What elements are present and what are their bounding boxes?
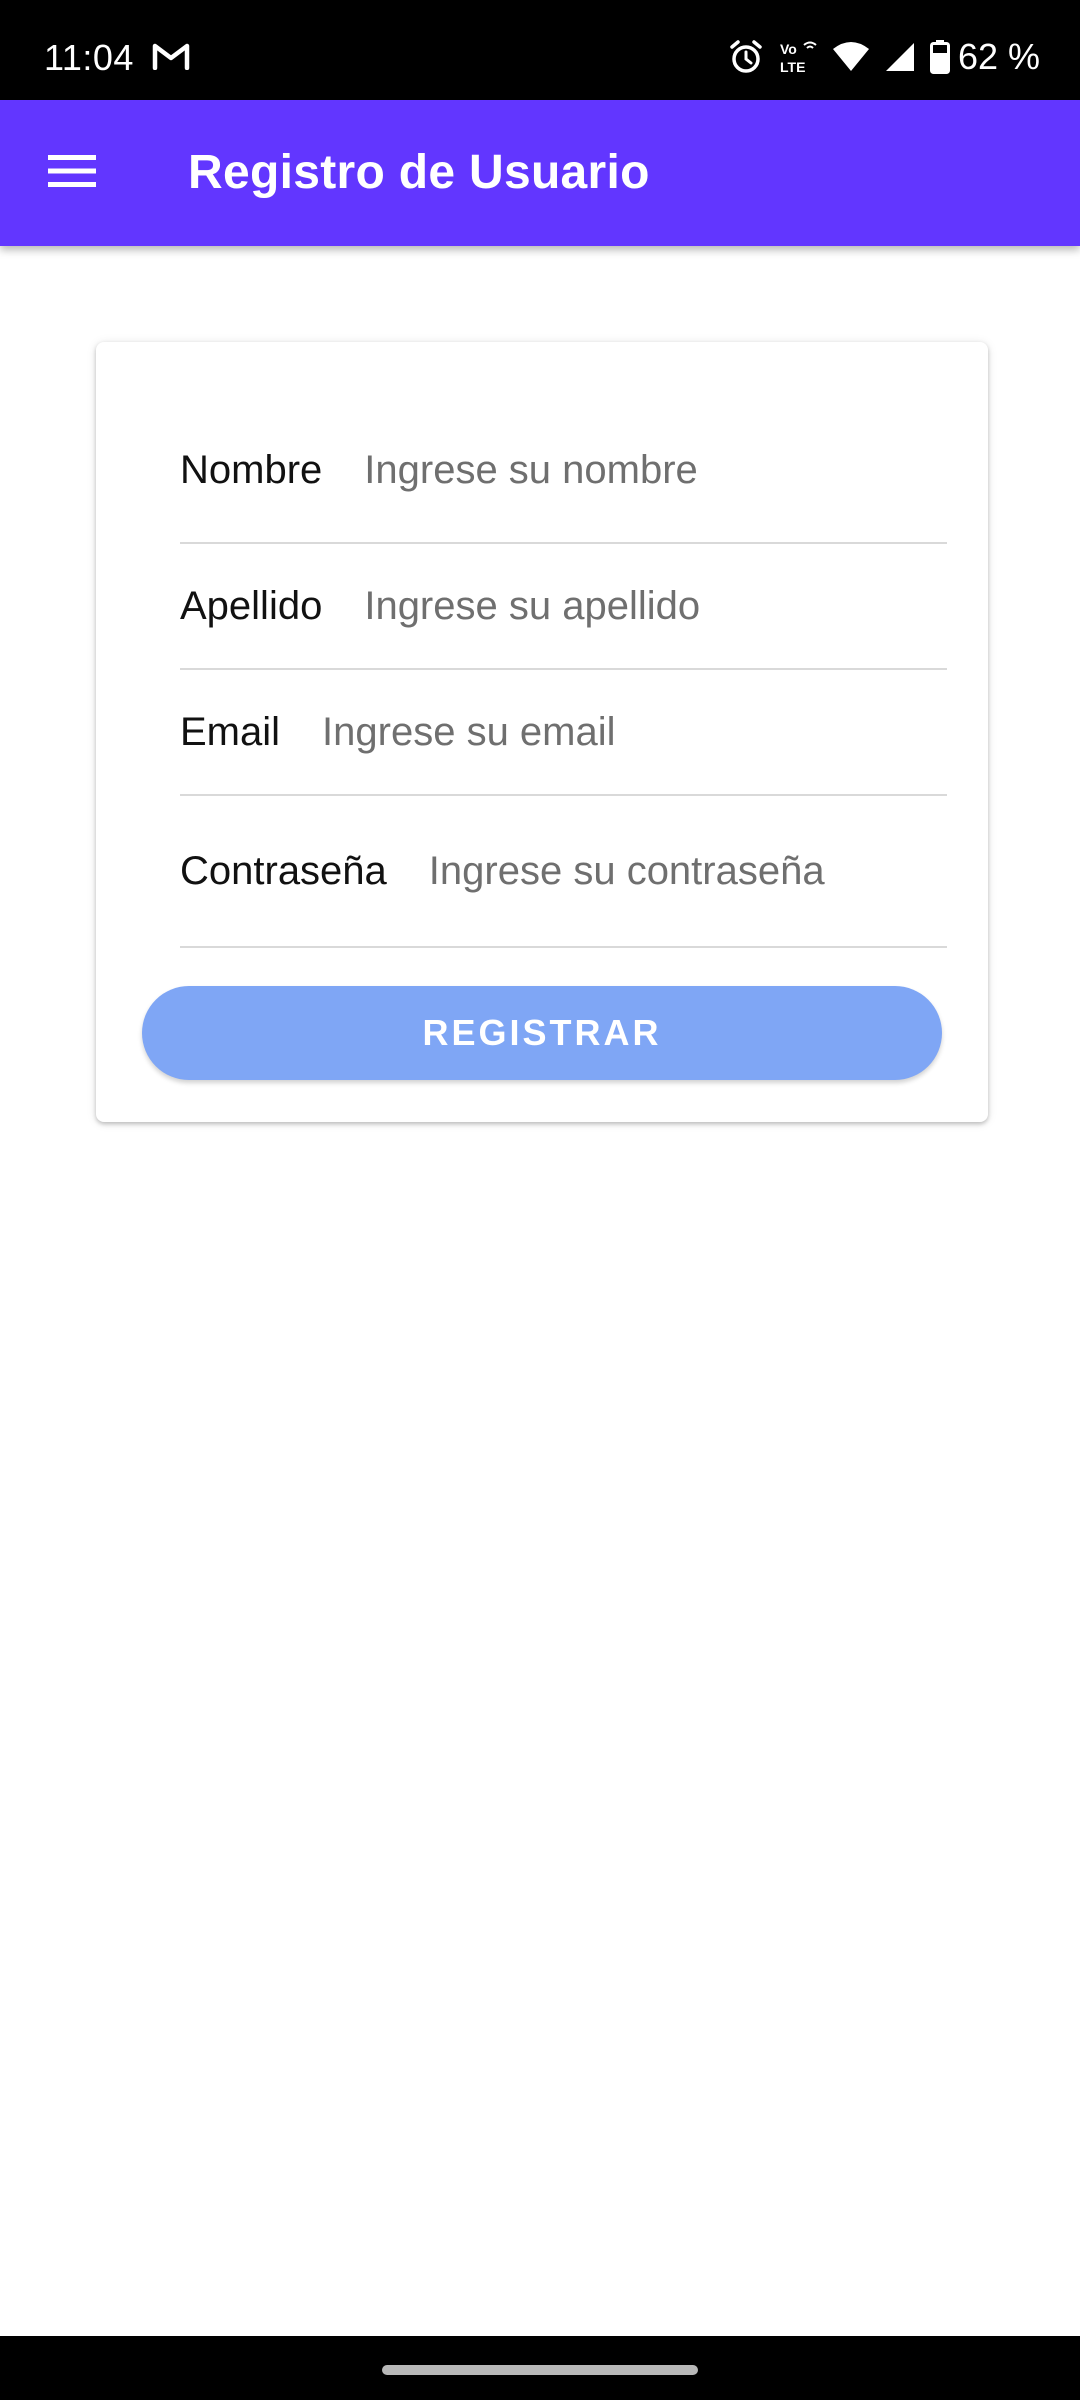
email-input[interactable] <box>322 709 947 755</box>
navigation-bar <box>0 2336 1080 2400</box>
nombre-label: Nombre <box>180 447 323 492</box>
status-icons: Vo LTE 62 % <box>728 0 1040 100</box>
battery-icon <box>929 40 950 74</box>
contrasena-label: Contraseña <box>180 848 387 893</box>
nombre-input[interactable] <box>364 447 947 493</box>
page-title: Registro de Usuario <box>188 146 650 199</box>
gmail-icon <box>152 42 190 71</box>
registration-card: Nombre Apellido Email Contraseña REGISTR… <box>96 342 988 1122</box>
svg-text:LTE: LTE <box>780 59 805 75</box>
status-time: 11:04 <box>44 37 134 78</box>
email-field-row: Email <box>180 670 947 796</box>
signal-icon <box>884 41 916 73</box>
contrasena-input[interactable] <box>428 848 947 894</box>
nombre-field-row: Nombre <box>180 398 947 544</box>
battery-percent: 62 % <box>957 36 1040 77</box>
menu-button[interactable] <box>28 129 116 217</box>
apellido-input[interactable] <box>364 583 947 629</box>
apellido-field-row: Apellido <box>180 544 947 670</box>
email-label: Email <box>180 709 281 754</box>
screen: 11:04 Vo LTE 62 % Registro de Usuario No… <box>0 0 1080 2400</box>
contrasena-field-row: Contraseña <box>180 796 947 948</box>
alarm-icon <box>728 39 764 75</box>
volte-icon: Vo LTE <box>778 39 818 75</box>
status-bar: 11:04 Vo LTE 62 % <box>0 0 1080 100</box>
menu-icon <box>48 153 96 194</box>
apellido-label: Apellido <box>180 583 323 628</box>
svg-text:Vo: Vo <box>780 41 797 57</box>
wifi-icon <box>832 41 870 73</box>
register-button[interactable]: REGISTRAR <box>142 986 942 1080</box>
app-bar: Registro de Usuario <box>0 100 1080 246</box>
home-gesture-handle[interactable] <box>382 2365 698 2375</box>
